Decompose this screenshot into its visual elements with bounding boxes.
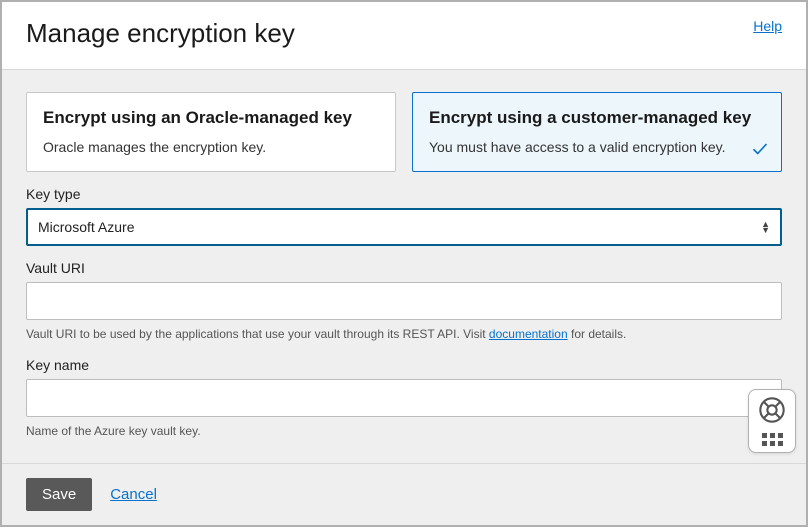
key-name-helper: Name of the Azure key vault key. <box>26 423 782 440</box>
key-type-group: Key type Microsoft Azure ▲▼ <box>26 186 782 246</box>
lifering-icon[interactable] <box>758 396 786 427</box>
help-link[interactable]: Help <box>753 18 782 34</box>
dialog-footer: Save Cancel <box>2 463 806 525</box>
documentation-link[interactable]: documentation <box>489 327 568 341</box>
dialog-header: Manage encryption key Help <box>2 2 806 70</box>
vault-uri-group: Vault URI Vault URI to be used by the ap… <box>26 260 782 343</box>
dialog-body: Encrypt using an Oracle-managed key Orac… <box>2 70 806 463</box>
save-button[interactable]: Save <box>26 478 92 511</box>
option-oracle-desc: Oracle manages the encryption key. <box>43 139 379 155</box>
vault-uri-helper: Vault URI to be used by the applications… <box>26 326 782 343</box>
floating-help-panel <box>748 389 796 453</box>
vault-uri-label: Vault URI <box>26 260 782 276</box>
key-name-label: Key name <box>26 357 782 373</box>
key-name-input[interactable] <box>26 379 782 417</box>
key-type-label: Key type <box>26 186 782 202</box>
key-type-value: Microsoft Azure <box>38 219 134 235</box>
option-oracle-managed[interactable]: Encrypt using an Oracle-managed key Orac… <box>26 92 396 172</box>
dialog-manage-encryption-key: Manage encryption key Help Encrypt using… <box>0 0 808 527</box>
vault-uri-helper-suffix: for details. <box>568 327 627 341</box>
page-title: Manage encryption key <box>26 18 295 49</box>
checkmark-icon <box>751 140 769 161</box>
key-name-group: Key name Name of the Azure key vault key… <box>26 357 782 440</box>
option-customer-desc: You must have access to a valid encrypti… <box>429 139 765 155</box>
key-type-select[interactable]: Microsoft Azure ▲▼ <box>26 208 782 246</box>
encryption-option-cards: Encrypt using an Oracle-managed key Orac… <box>26 92 782 172</box>
option-customer-title: Encrypt using a customer-managed key <box>429 107 765 129</box>
option-customer-managed[interactable]: Encrypt using a customer-managed key You… <box>412 92 782 172</box>
cancel-button[interactable]: Cancel <box>110 486 157 503</box>
vault-uri-input[interactable] <box>26 282 782 320</box>
option-oracle-title: Encrypt using an Oracle-managed key <box>43 107 379 129</box>
select-arrows-icon: ▲▼ <box>761 221 770 233</box>
vault-uri-helper-prefix: Vault URI to be used by the applications… <box>26 327 489 341</box>
apps-grid-icon[interactable] <box>762 433 783 446</box>
